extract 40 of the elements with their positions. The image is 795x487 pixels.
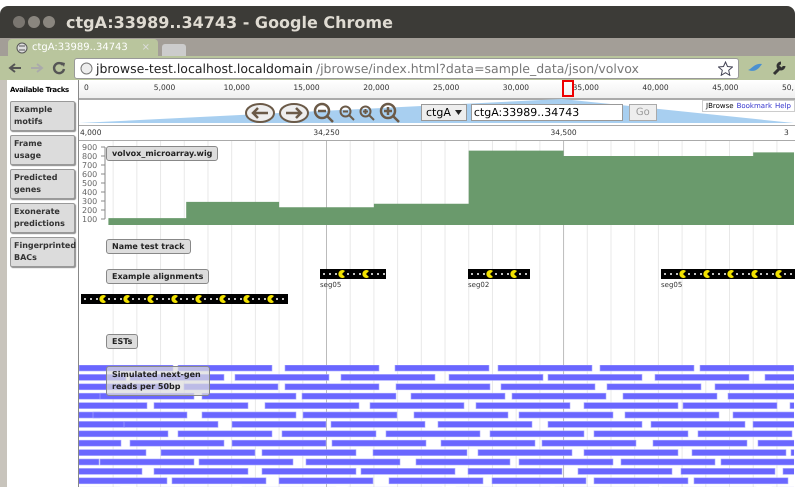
- address-field[interactable]: jbrowse-test.localhost.localdomain /jbrowse/index.html?data=sample_data/json/volvox: [74, 58, 739, 78]
- zoom-out-icon[interactable]: [313, 102, 335, 124]
- location-field[interactable]: ctgA:33989..34743: [470, 104, 623, 121]
- alignment-feature[interactable]: [81, 294, 288, 304]
- track-button[interactable]: Fingerprinted BACs: [10, 237, 75, 267]
- track-button[interactable]: Example motifs: [10, 101, 75, 131]
- chromosome-select[interactable]: ctgA: [421, 104, 467, 121]
- pan-left-icon[interactable]: [245, 102, 275, 122]
- track-label[interactable]: Example alignments: [106, 269, 210, 284]
- star-icon[interactable]: [718, 60, 733, 76]
- back-icon[interactable]: [8, 62, 22, 74]
- track-button[interactable]: Exonerate predictions: [10, 203, 75, 233]
- track-label[interactable]: Name test track: [106, 239, 190, 254]
- track-button[interactable]: Frame usage: [10, 135, 75, 165]
- wrench-icon[interactable]: [771, 60, 787, 76]
- track-button[interactable]: Predicted genes: [10, 169, 75, 199]
- alignment-feature[interactable]: [468, 269, 530, 279]
- zoom-in-icon[interactable]: [379, 102, 401, 124]
- window-controls-icon[interactable]: [12, 15, 56, 29]
- axis-tick-label: 200: [82, 206, 98, 215]
- axis-tick-label: 900: [82, 143, 98, 152]
- pan-right-icon[interactable]: [279, 102, 309, 122]
- window-title: ctgA:33989..34743 - Google Chrome: [66, 12, 393, 32]
- track-label[interactable]: volvox_microarray.wig: [106, 146, 218, 161]
- axis-tick-label: 700: [82, 161, 98, 170]
- axis-tick-label: 600: [82, 170, 98, 179]
- track-label[interactable]: Simulated next-gen reads per 50bp: [106, 366, 210, 396]
- axis-tick-label: 300: [82, 197, 98, 206]
- alignment-feature[interactable]: [661, 269, 795, 279]
- caret-icon: [454, 110, 462, 115]
- reload-icon[interactable]: [52, 61, 66, 75]
- track-label[interactable]: ESTs: [106, 334, 138, 349]
- axis-tick-label: 100: [82, 215, 98, 224]
- location-marker[interactable]: [562, 80, 574, 97]
- zoom-out-icon[interactable]: [339, 104, 355, 120]
- alignment-feature[interactable]: [320, 269, 386, 279]
- axis-tick-label: 500: [82, 179, 98, 188]
- zoom-in-icon[interactable]: [359, 104, 375, 120]
- axis-tick-label: 800: [82, 152, 98, 161]
- axis-tick-label: 400: [82, 188, 98, 197]
